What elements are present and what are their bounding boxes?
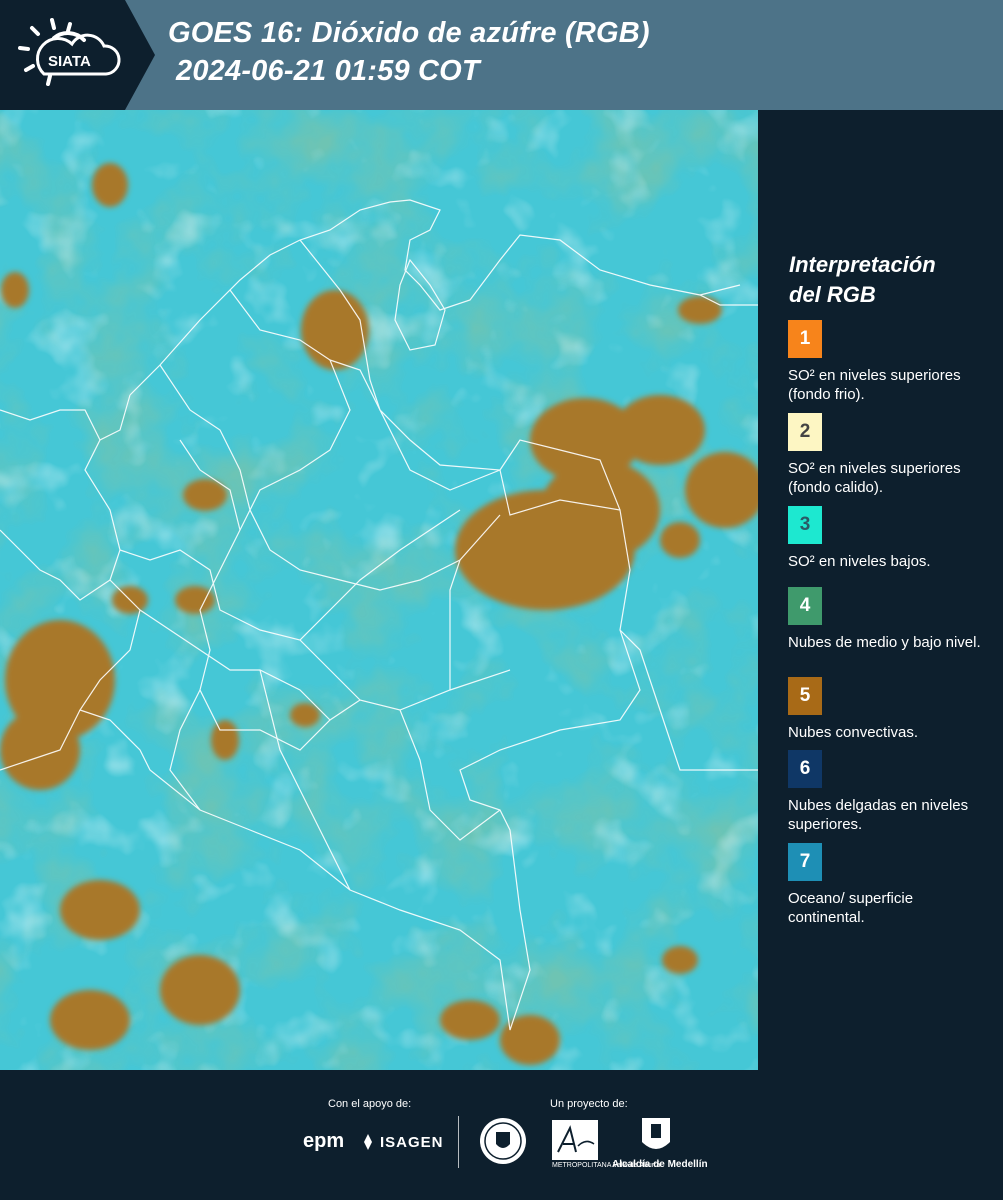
legend-label: Nubes delgadas en niveles superiores. (788, 797, 969, 833)
alcaldia-text: Alcaldía de Medellín (612, 1159, 708, 1170)
legend-swatch: 2 (788, 413, 822, 451)
title-line-1: GOES 16: Dióxido de azúfre (RGB) (168, 17, 650, 49)
legend-item-1: 1 SO² en niveles superiores (fondo frio). (788, 320, 993, 404)
legend-label: Nubes convectivas. (788, 724, 919, 741)
page-title: GOES 16: Dióxido de azúfre (RGB) 2024-06… (168, 14, 650, 90)
legend-title-line-2: del RGB (789, 282, 876, 307)
legend-swatch: 1 (788, 320, 822, 358)
legend-item-5: 5 Nubes convectivas. (788, 677, 993, 742)
footer-divider (458, 1116, 459, 1168)
siata-logo-icon[interactable]: SIATA (14, 14, 126, 96)
alcaldia-shield-icon[interactable] (640, 1116, 672, 1156)
isagen-logo[interactable]: ISAGEN (380, 1134, 444, 1151)
legend-label: Oceano/ superficie continental. (788, 890, 914, 926)
legend-swatch: 6 (788, 750, 822, 788)
legend-title-line-1: Interpretación (789, 252, 936, 277)
satellite-map[interactable] (0, 110, 758, 1070)
epm-logo[interactable]: epm (303, 1130, 344, 1153)
legend-swatch: 4 (788, 587, 822, 625)
project-label: Un proyecto de: (550, 1098, 628, 1110)
legend-swatch: 5 (788, 677, 822, 715)
support-label: Con el apoyo de: (328, 1098, 412, 1110)
legend-label: SO² en niveles superiores (fondo calido)… (788, 460, 961, 496)
legend-item-4: 4 Nubes de medio y bajo nivel. (788, 587, 993, 652)
title-line-2: 2024-06-21 01:59 COT (176, 55, 480, 87)
area-metropolitana-logo-icon[interactable] (550, 1118, 600, 1168)
logo-block: SIATA (0, 0, 155, 110)
legend-panel: Interpretación del RGB 1 SO² en niveles s… (762, 110, 1003, 1070)
legend-item-3: 3 SO² en niveles bajos. (788, 506, 993, 571)
legend-item-6: 6 Nubes delgadas en niveles superiores. (788, 750, 993, 834)
header-bar: SIATA GOES 16: Dióxido de azúfre (RGB) 2… (0, 0, 1003, 110)
legend-label: SO² en niveles bajos. (788, 553, 931, 570)
legend-swatch: 3 (788, 506, 822, 544)
isagen-logo-icon (364, 1134, 372, 1150)
legend-title: Interpretación del RGB (789, 250, 936, 310)
medellin-seal-icon[interactable] (478, 1116, 528, 1166)
legend-swatch: 7 (788, 843, 822, 881)
legend-label: Nubes de medio y bajo nivel. (788, 634, 981, 651)
footer: Con el apoyo de: Un proyecto de: epm ISA… (0, 1070, 1003, 1200)
legend-label: SO² en niveles superiores (fondo frio). (788, 367, 961, 403)
legend-item-7: 7 Oceano/ superficie continental. (788, 843, 993, 927)
satellite-map-svg (0, 110, 758, 1070)
logo-text: SIATA (48, 53, 91, 70)
legend-item-2: 2 SO² en niveles superiores (fondo calido… (788, 413, 993, 497)
